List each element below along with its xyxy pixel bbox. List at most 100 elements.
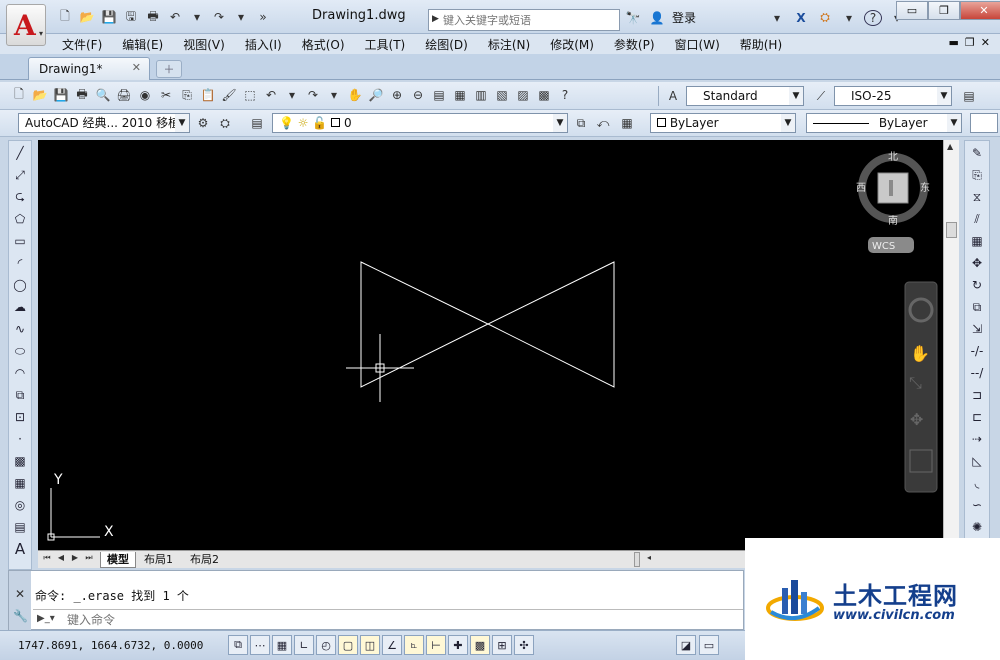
pan-icon[interactable]: ✋ [346, 86, 364, 104]
menu-modify[interactable]: 修改(M) [550, 36, 594, 53]
login-dropdown-icon[interactable]: ▾ [768, 10, 786, 26]
lineweight-icon[interactable]: ✚ [448, 635, 468, 655]
layer-previous-icon[interactable]: ⤺ [594, 114, 612, 132]
make-block-icon[interactable]: ⊡ [10, 407, 30, 427]
array-icon[interactable]: ▦ [967, 231, 987, 251]
menu-format[interactable]: 格式(O) [302, 36, 345, 53]
extend-icon[interactable]: --/ [967, 363, 987, 383]
quick-view-layouts-icon[interactable]: ▭ [699, 635, 719, 655]
dynamic-ucs-icon[interactable]: ⦜ [404, 635, 424, 655]
undo-dropdown-icon[interactable]: ▾ [188, 9, 206, 25]
pan-icon[interactable]: ✋ [910, 344, 930, 363]
construction-line-icon[interactable]: ⤢ [10, 165, 30, 185]
menu-parameters[interactable]: 参数(P) [614, 36, 655, 53]
scroll-left-icon[interactable]: ◂ [644, 553, 654, 565]
layer-state-icon[interactable]: ▦ [618, 114, 636, 132]
mirror-icon[interactable]: ⧖ [967, 187, 987, 207]
menu-draw[interactable]: 绘图(D) [425, 36, 468, 53]
menu-help[interactable]: 帮助(H) [740, 36, 782, 53]
infer-constraints-icon[interactable]: ⧉ [228, 635, 248, 655]
connect-dropdown-icon[interactable]: ▾ [840, 10, 858, 26]
polyline-icon[interactable]: ⮎ [10, 187, 30, 207]
polygon-icon[interactable]: ⬠ [10, 209, 30, 229]
text-style-select[interactable]: Standard ▼ [686, 86, 804, 106]
line-icon[interactable]: ╱ [10, 143, 30, 163]
new-file-icon[interactable]: 🗋 [56, 9, 74, 25]
previous-layout-icon[interactable]: ◀ [56, 553, 66, 565]
sheet-set-icon[interactable]: ▧ [493, 86, 511, 104]
transparency-icon[interactable]: ▩ [470, 635, 490, 655]
tool-palettes-icon[interactable]: ▥ [472, 86, 490, 104]
object-snap-tracking-icon[interactable]: ∠ [382, 635, 402, 655]
3d-dwf-icon[interactable]: ◉ [136, 86, 154, 104]
redo-list-icon[interactable]: ▾ [325, 86, 343, 104]
copy-object-icon[interactable]: ⎘ [967, 165, 987, 185]
menu-edit[interactable]: 编辑(E) [122, 36, 163, 53]
application-menu-button[interactable]: A ▾ [6, 4, 46, 46]
point-icon[interactable]: · [10, 429, 30, 449]
workspace-select[interactable]: AutoCAD 经典... 2010 移植 ▼ [18, 113, 190, 133]
doc-minimize-icon[interactable]: ▬ [949, 36, 959, 49]
redo-dropdown-icon[interactable]: ▾ [232, 9, 250, 25]
break-at-point-icon[interactable]: ⊐ [967, 385, 987, 405]
move-icon[interactable]: ✥ [967, 253, 987, 273]
tab-layout2[interactable]: 布局2 [184, 552, 225, 568]
menu-dimension[interactable]: 标注(N) [488, 36, 530, 53]
offset-icon[interactable]: ⫽ [967, 209, 987, 229]
open-icon[interactable]: 📂 [31, 86, 49, 104]
multiline-text-icon[interactable]: A [10, 539, 30, 559]
bowtie-right-triangle[interactable] [486, 261, 615, 388]
vertical-scrollbar[interactable]: ▲ [943, 140, 959, 552]
close-tab-icon[interactable]: ✕ [132, 61, 141, 74]
customize-wrench-icon[interactable]: 🔧 [13, 609, 28, 623]
dim-style-icon[interactable]: ⟋ [812, 87, 830, 105]
make-current-layer-icon[interactable]: ⧉ [572, 114, 590, 132]
menu-window[interactable]: 窗口(W) [675, 36, 720, 53]
doc-close-icon[interactable]: ✕ [981, 36, 990, 49]
table-style-icon[interactable]: ▤ [960, 87, 978, 105]
stretch-icon[interactable]: ⇲ [967, 319, 987, 339]
object-snap-icon[interactable]: ▢ [338, 635, 358, 655]
color-select[interactable]: ByLayer ▼ [650, 113, 796, 133]
erase-icon[interactable]: ✎ [967, 143, 987, 163]
binoculars-icon[interactable]: 🔭 [624, 10, 642, 26]
quick-properties-icon[interactable]: ⊞ [492, 635, 512, 655]
spline-icon[interactable]: ∿ [10, 319, 30, 339]
login-link[interactable]: 登录 [672, 9, 696, 26]
grid-display-icon[interactable]: ▦ [272, 635, 292, 655]
model-space-icon[interactable]: ◪ [676, 635, 696, 655]
scroll-up-icon[interactable]: ▲ [947, 142, 953, 151]
minimize-button[interactable]: ▭ [896, 1, 928, 20]
open-folder-icon[interactable]: 📂 [78, 9, 96, 25]
chamfer-icon[interactable]: ◺ [967, 451, 987, 471]
fillet-icon[interactable]: ◟ [967, 473, 987, 493]
plot-preview-icon[interactable]: 🔍 [94, 86, 112, 104]
publish-icon[interactable]: 🖨 [115, 86, 133, 104]
save-icon[interactable]: 💾 [52, 86, 70, 104]
orbit-icon[interactable]: ✥ [910, 410, 923, 429]
properties-icon[interactable]: ▤ [430, 86, 448, 104]
ellipse-icon[interactable]: ⬭ [10, 341, 30, 361]
viewcube[interactable]: 北 南 东 西 WCS [856, 151, 930, 253]
help-icon[interactable]: ? [556, 86, 574, 104]
copy-icon[interactable]: ⎘ [178, 86, 196, 104]
blend-curves-icon[interactable]: ∽ [967, 495, 987, 515]
gradient-icon[interactable]: ▦ [10, 473, 30, 493]
restore-button[interactable]: ❐ [928, 1, 960, 20]
new-tab-button[interactable]: ＋ [156, 60, 182, 78]
lineweight-select[interactable] [970, 113, 998, 133]
linetype-select[interactable]: ByLayer ▼ [806, 113, 962, 133]
command-prompt-icon[interactable]: ▶_▾ [37, 613, 55, 624]
plot-icon[interactable]: 🖶 [73, 86, 91, 104]
redo-icon[interactable]: ↷ [304, 86, 322, 104]
help-icon[interactable]: ? [864, 9, 883, 26]
block-editor-icon[interactable]: ⬚ [241, 86, 259, 104]
break-icon[interactable]: ⊏ [967, 407, 987, 427]
ortho-mode-icon[interactable]: ∟ [294, 635, 314, 655]
rotate-icon[interactable]: ↻ [967, 275, 987, 295]
design-center-icon[interactable]: ▦ [451, 86, 469, 104]
connect-icon[interactable]: ⛭ [816, 10, 834, 26]
cursor-coordinates[interactable]: 1747.8691, 1664.6732, 0.0000 [18, 639, 203, 652]
search-input[interactable] [443, 12, 617, 28]
text-style-icon[interactable]: A [664, 87, 682, 105]
